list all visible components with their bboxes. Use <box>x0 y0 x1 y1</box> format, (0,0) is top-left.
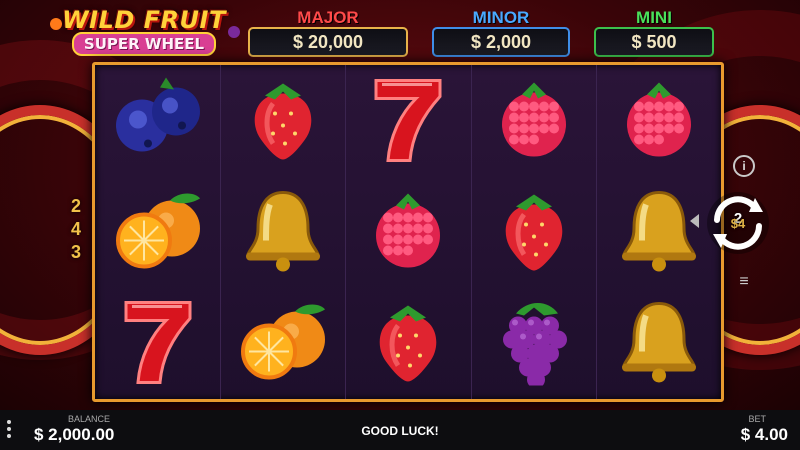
seven-icon <box>118 293 198 394</box>
spin-bet-value: $4 <box>730 216 746 231</box>
game-logo: WILD FRUIT SUPER WHEEL <box>46 6 242 66</box>
reel-cell <box>595 65 721 177</box>
orange-icon <box>50 18 62 30</box>
reel-cell <box>220 287 345 399</box>
raspberry-icon <box>366 187 450 276</box>
jackpot-major: MAJOR $ 20,000 <box>248 8 408 60</box>
multiplier-value: 4 <box>70 219 81 239</box>
bell-icon <box>238 184 328 279</box>
reel-cell <box>470 176 596 288</box>
reel-cell <box>345 287 470 399</box>
jackpot-title: MAJOR <box>297 8 359 27</box>
reel-cell <box>470 65 596 177</box>
orange-icon <box>108 184 208 279</box>
jackpot-title: MINI <box>636 8 672 27</box>
jackpot-minor: MINOR $ 2,000 <box>432 8 570 60</box>
jackpot-amount: $ 2,000 <box>432 27 570 57</box>
info-icon[interactable]: i <box>733 155 755 177</box>
game-background: 2 4 3 WILD FRUIT SUPER WHEEL MAJOR $ 20,… <box>0 0 800 410</box>
jackpot-mini: MINI $ 500 <box>594 8 714 60</box>
reel-cell <box>95 288 220 399</box>
reel-cell <box>220 65 345 177</box>
strawberry-icon <box>243 73 323 168</box>
balance-label: BALANCE <box>68 414 111 424</box>
blueberries-icon <box>108 73 208 168</box>
reel-cell <box>220 176 345 288</box>
logo-subtitle: SUPER WHEEL <box>71 32 217 56</box>
hamburger-icon[interactable]: ≡ <box>736 274 752 290</box>
jackpot-title: MINOR <box>472 8 530 27</box>
bottom-bar: BALANCE $ 2,000.00 GOOD LUCK! BET $ 4.00 <box>0 410 800 450</box>
grapes-icon <box>228 26 240 38</box>
spin-bet-display: 2 $4 <box>719 210 757 231</box>
reel-cell <box>345 65 470 177</box>
multiplier-value: 2 <box>70 196 81 216</box>
logo-title: WILD FRUIT <box>62 6 226 34</box>
strawberry-icon <box>368 296 448 391</box>
bet-decrease-icon[interactable] <box>690 214 699 228</box>
jackpot-amount: $ 500 <box>594 27 714 57</box>
bell-icon <box>614 296 704 391</box>
seven-icon <box>368 70 448 171</box>
bet-label: BET <box>748 414 766 424</box>
reel-cell <box>345 176 470 288</box>
reel-cell <box>95 176 220 287</box>
orange-icon <box>233 296 333 391</box>
bet-value[interactable]: $ 4.00 <box>741 425 788 445</box>
reel-cell <box>595 176 721 288</box>
wheel-multipliers: 2 4 3 <box>66 196 86 263</box>
status-message: GOOD LUCK! <box>361 424 439 438</box>
strawberry-icon <box>494 184 574 279</box>
raspberry-icon <box>617 76 701 165</box>
multiplier-value: 3 <box>70 242 81 262</box>
spin-button[interactable]: 2 $4 <box>705 190 771 256</box>
bell-icon <box>614 184 704 279</box>
reel-cell <box>95 65 220 176</box>
reel-cell <box>470 287 596 399</box>
reel-grid <box>92 62 724 402</box>
raspberry-icon <box>492 76 576 165</box>
reel-cell <box>595 287 721 399</box>
grapes-icon <box>494 296 574 391</box>
jackpot-amount: $ 20,000 <box>248 27 408 57</box>
